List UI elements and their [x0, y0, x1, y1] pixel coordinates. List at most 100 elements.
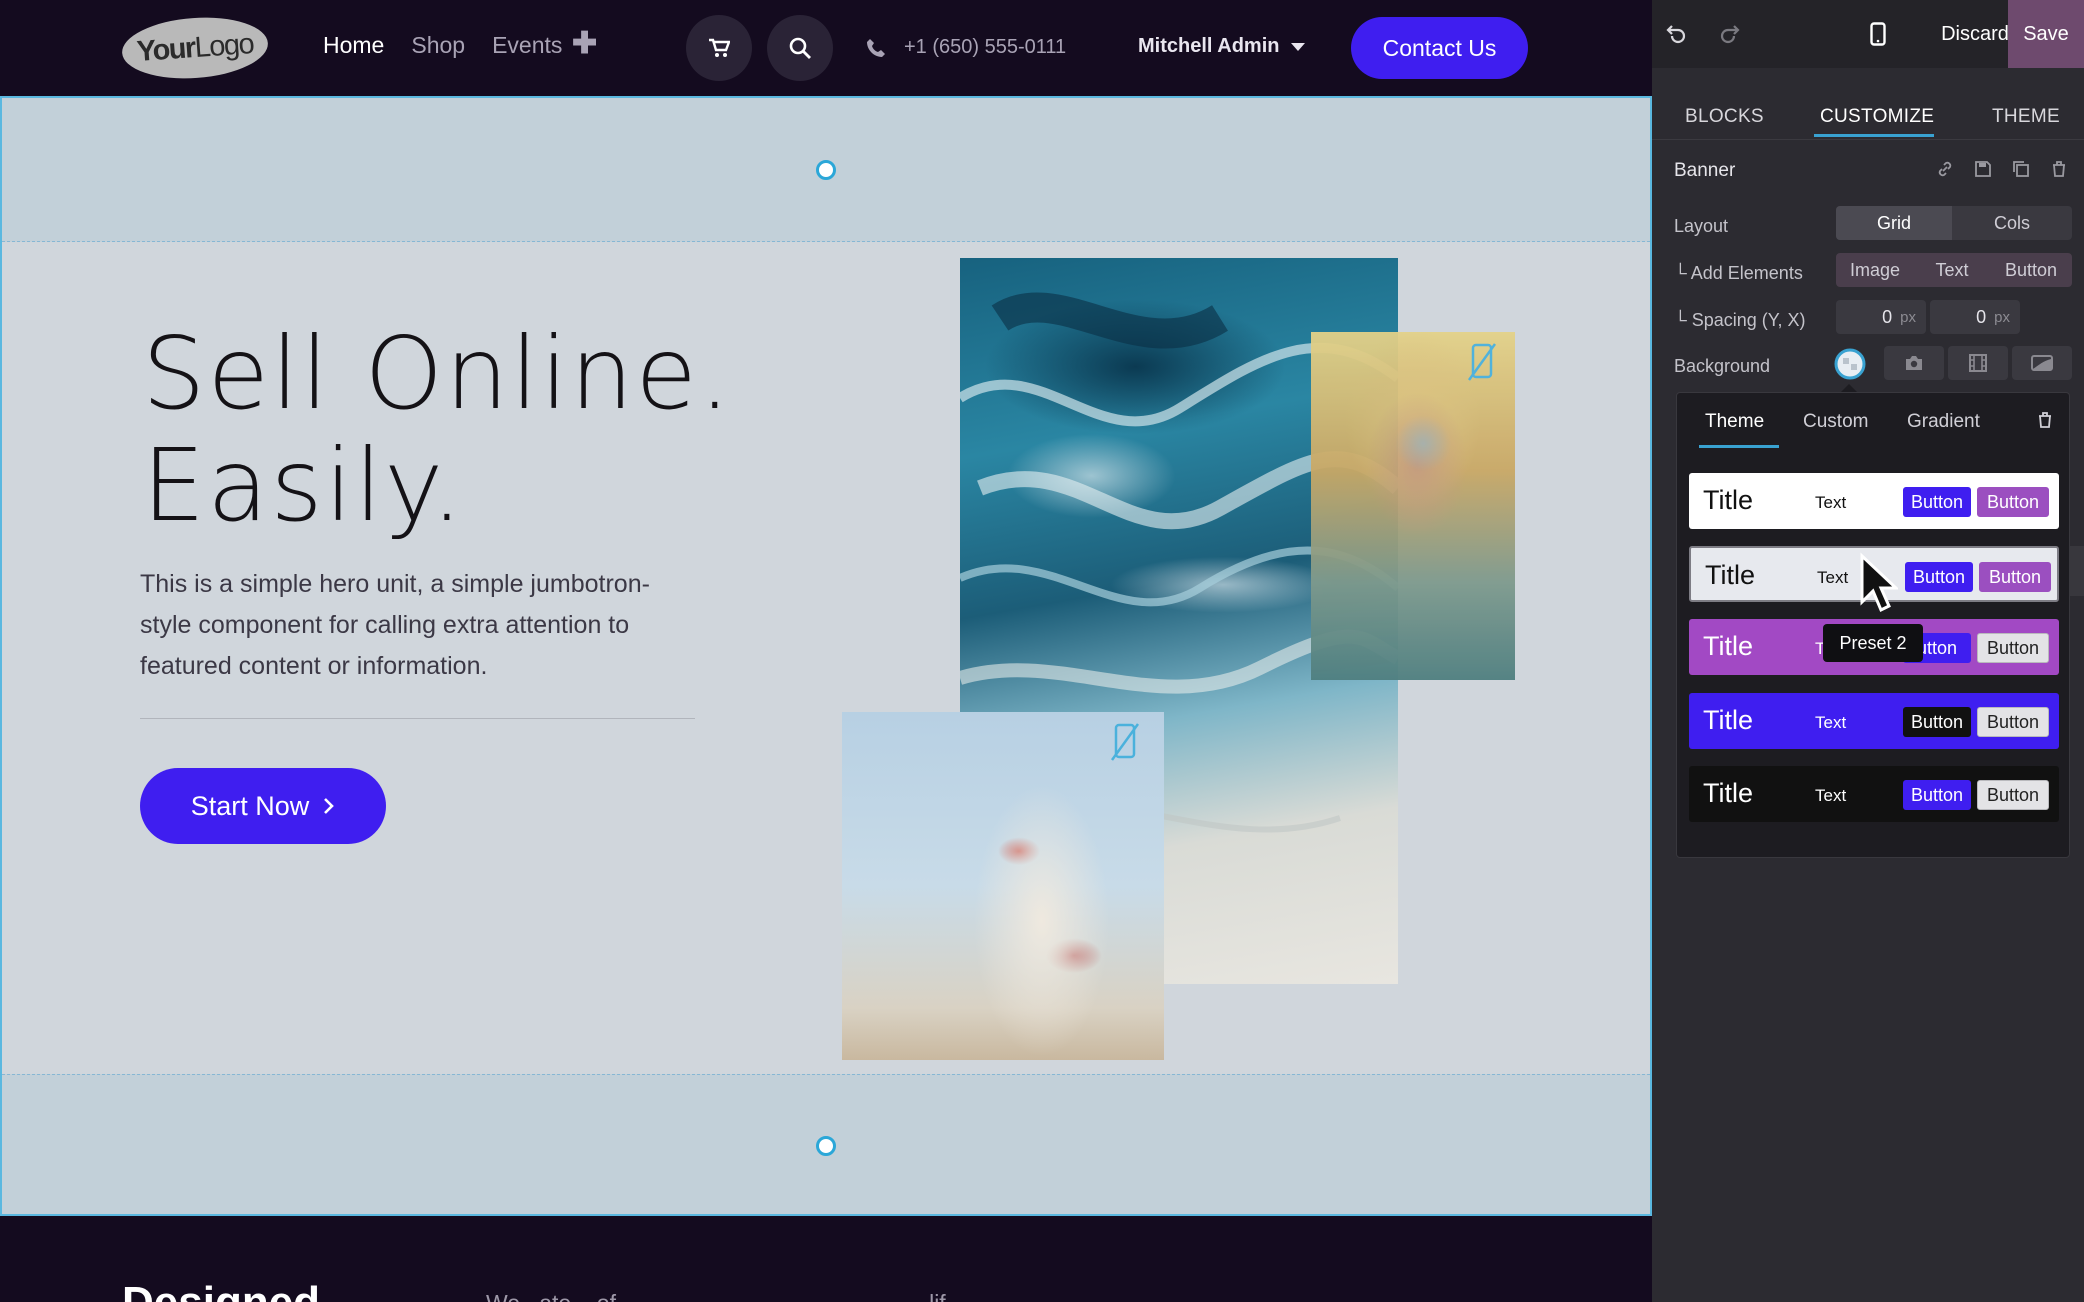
- start-now-label: Start Now: [190, 790, 310, 821]
- spacing-label: └ Spacing (Y, X): [1674, 310, 1806, 330]
- bg-image-button[interactable]: [1884, 346, 1944, 380]
- dress-image[interactable]: [842, 712, 1164, 1060]
- trash-icon[interactable]: [2037, 411, 2053, 429]
- shape-icon: [2031, 355, 2053, 371]
- bg-video-button[interactable]: [1948, 346, 2008, 380]
- resize-handle-bottom[interactable]: [816, 1136, 836, 1156]
- preset-primary-button: Button: [1903, 780, 1971, 810]
- nav-events[interactable]: Events: [492, 32, 562, 59]
- layout-cols-option[interactable]: Cols: [1952, 206, 2072, 240]
- website-preview: YourLogo Home Shop Events ✚ +1 (650) 555…: [0, 0, 1652, 1302]
- woman-image[interactable]: [1311, 332, 1515, 680]
- spacing-x-input[interactable]: 0 px: [1930, 300, 2020, 334]
- mobile-preview-icon[interactable]: [1870, 22, 1886, 46]
- layout-toggle: Grid Cols: [1836, 206, 2072, 240]
- spacing-row: └ Spacing (Y, X) 0 px 0 px: [1652, 300, 2084, 336]
- divider: [140, 718, 695, 719]
- preset-title: Title: [1703, 705, 1754, 735]
- add-text-button[interactable]: Text: [1914, 253, 1990, 287]
- preset-primary-button: Button: [1903, 487, 1971, 517]
- editor-tabs: BLOCKS CUSTOMIZE THEME: [1652, 92, 2084, 140]
- color-swatch-icon[interactable]: [1834, 348, 1866, 380]
- save-button[interactable]: Save: [2008, 0, 2084, 68]
- preset-secondary-button: Button: [1977, 633, 2049, 663]
- chevron-right-icon: [324, 798, 335, 814]
- preset-secondary-button: Button: [1979, 562, 2051, 592]
- trash-icon[interactable]: [2050, 160, 2068, 178]
- phone-icon: [867, 38, 885, 57]
- tab-theme[interactable]: THEME: [1992, 106, 2060, 128]
- background-row: Background: [1652, 346, 2084, 382]
- site-header: YourLogo Home Shop Events ✚ +1 (650) 555…: [0, 0, 1652, 96]
- block-header: Banner: [1652, 152, 2084, 188]
- add-elements-group: Image Text Button: [1836, 253, 2072, 287]
- preset-secondary-button: Button: [1977, 780, 2049, 810]
- start-now-button[interactable]: Start Now: [140, 768, 386, 844]
- color-preset-4[interactable]: Title Text Button Button: [1689, 693, 2059, 749]
- resize-handle-top[interactable]: [816, 160, 836, 180]
- preset-tooltip: Preset 2: [1823, 624, 1923, 662]
- color-preset-5[interactable]: Title Text Button Button: [1689, 766, 2059, 822]
- redo-icon[interactable]: [1718, 22, 1740, 44]
- add-menu-icon[interactable]: ✚: [572, 26, 597, 61]
- preset-title: Title: [1705, 560, 1756, 590]
- section-text: We...ate... of .... . ....... ...... . .…: [486, 1290, 965, 1302]
- hero-title-line2: Easily.: [142, 427, 465, 544]
- preset-text: Text: [1815, 713, 1847, 732]
- add-button-button[interactable]: Button: [1990, 253, 2072, 287]
- camera-icon: [1906, 356, 1922, 370]
- preset-primary-button: Button: [1905, 562, 1973, 592]
- search-icon: [789, 37, 811, 59]
- caret-down-icon: [1291, 42, 1306, 51]
- color-preset-1[interactable]: Title Text Button Button: [1689, 473, 2059, 529]
- block-name: Banner: [1674, 160, 1736, 181]
- tab-blocks[interactable]: BLOCKS: [1685, 106, 1764, 128]
- popup-tab-indicator: [1699, 445, 1779, 448]
- preset-text: Text: [1815, 786, 1847, 805]
- background-label: Background: [1674, 356, 1771, 376]
- duplicate-icon[interactable]: [2012, 160, 2030, 178]
- cart-icon: [709, 38, 730, 57]
- spacing-y-input[interactable]: 0 px: [1836, 300, 1926, 334]
- bg-shape-button[interactable]: [2012, 346, 2072, 380]
- preset-title: Title: [1703, 778, 1754, 808]
- layout-label: Layout: [1674, 216, 1729, 236]
- tab-custom-colors[interactable]: Custom: [1803, 411, 1868, 433]
- preset-secondary-button: Button: [1977, 707, 2049, 737]
- phone-contact[interactable]: +1 (650) 555-0111: [866, 36, 1066, 59]
- search-button[interactable]: [767, 15, 833, 81]
- user-name: Mitchell Admin: [1138, 35, 1280, 57]
- logo-part2: Logo: [193, 27, 255, 64]
- mobile-hidden-icon: [1110, 723, 1140, 761]
- mobile-hidden-icon: [1467, 343, 1497, 381]
- user-menu[interactable]: Mitchell Admin: [1138, 35, 1306, 58]
- tab-gradient[interactable]: Gradient: [1907, 411, 1980, 433]
- section-title: Designed: [122, 1278, 320, 1302]
- contact-us-button[interactable]: Contact Us: [1351, 17, 1528, 79]
- film-icon: [1969, 354, 1987, 372]
- add-elements-row: └ Add Elements Image Text Button: [1652, 253, 2084, 289]
- editor-toolbar: Discard Save: [1652, 0, 2084, 68]
- mouse-cursor-icon: [1860, 552, 1898, 613]
- tab-customize[interactable]: CUSTOMIZE: [1820, 106, 1934, 128]
- cart-button[interactable]: [686, 15, 752, 81]
- link-icon[interactable]: [1936, 160, 1954, 178]
- nav-home[interactable]: Home: [323, 32, 384, 59]
- spacing-x-unit: px: [1994, 308, 2010, 326]
- color-picker-tabs: Theme Custom Gradient: [1677, 393, 2069, 449]
- main-nav: Home Shop Events: [323, 32, 562, 59]
- hero-text[interactable]: This is a simple hero unit, a simple jum…: [140, 564, 700, 687]
- save-block-icon[interactable]: [1974, 160, 1992, 178]
- tab-theme-colors[interactable]: Theme: [1705, 411, 1764, 433]
- nav-shop[interactable]: Shop: [411, 32, 465, 59]
- add-image-button[interactable]: Image: [1836, 253, 1914, 287]
- site-logo[interactable]: YourLogo: [120, 12, 270, 84]
- layout-grid-option[interactable]: Grid: [1836, 206, 1952, 240]
- hero-title[interactable]: Sell Online. Easily.: [142, 318, 733, 542]
- hero-title-line1: Sell Online.: [142, 315, 733, 432]
- spacing-y-unit: px: [1900, 308, 1916, 326]
- banner-section[interactable]: Sell Online. Easily. This is a simple he…: [0, 96, 1652, 1216]
- preset-secondary-button: Button: [1977, 487, 2049, 517]
- preset-primary-button: Button: [1903, 707, 1971, 737]
- undo-icon[interactable]: [1666, 22, 1688, 44]
